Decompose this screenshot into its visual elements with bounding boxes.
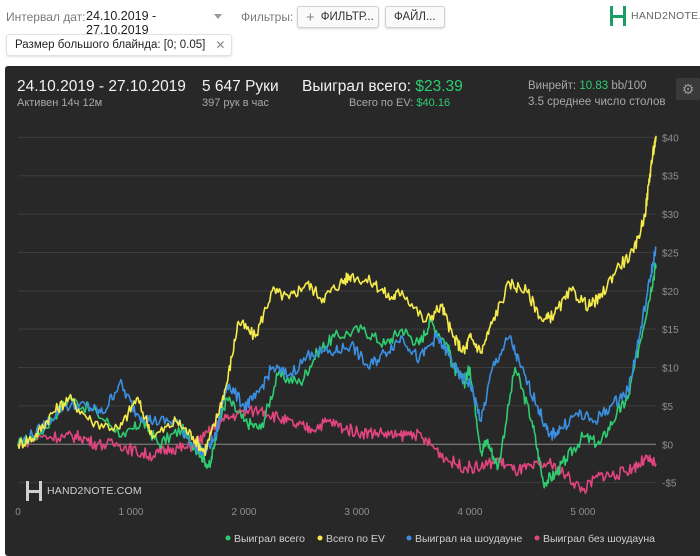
x-tick-label: 4 000 — [457, 507, 482, 518]
profit-chart: $40 $35 $30 $25 $20 $15 $10 $5 $0 -$5 0 1 000 2 000 3… — [15, 133, 679, 545]
legend-label: Всего по EV — [326, 533, 385, 545]
y-tick-label: $0 — [662, 440, 674, 451]
y-tick-label: $10 — [662, 364, 679, 375]
legend-label: Выиграл на шоудауне — [415, 533, 522, 545]
watermark-text: HAND2NOTE.COM — [47, 485, 142, 497]
y-tick-label: $25 — [662, 248, 679, 259]
series-line — [17, 262, 657, 489]
y-tick-label: -$5 — [662, 479, 677, 490]
x-tick-label: 0 — [15, 507, 21, 518]
y-tick-label: $30 — [662, 210, 679, 221]
x-tick-label: 1 000 — [118, 507, 143, 518]
legend-marker — [406, 535, 412, 541]
y-tick-label: $5 — [662, 402, 674, 413]
y-tick-label: $35 — [662, 172, 679, 183]
legend-label: Выиграл всего — [234, 533, 305, 545]
legend-marker — [534, 535, 540, 541]
y-tick-label: $40 — [662, 133, 679, 144]
y-tick-label: $15 — [662, 325, 679, 336]
legend-label: Выиграл без шоудауна — [543, 533, 655, 545]
series-line — [17, 135, 657, 457]
legend-marker — [225, 535, 231, 541]
legend-marker — [317, 535, 323, 541]
chart-watermark: HAND2NOTE.COM — [26, 481, 142, 501]
watermark-logo-icon — [26, 481, 42, 501]
y-tick-label: $20 — [662, 287, 679, 298]
x-tick-label: 3 000 — [344, 507, 369, 518]
x-tick-label: 5 000 — [570, 507, 595, 518]
x-tick-label: 2 000 — [231, 507, 256, 518]
